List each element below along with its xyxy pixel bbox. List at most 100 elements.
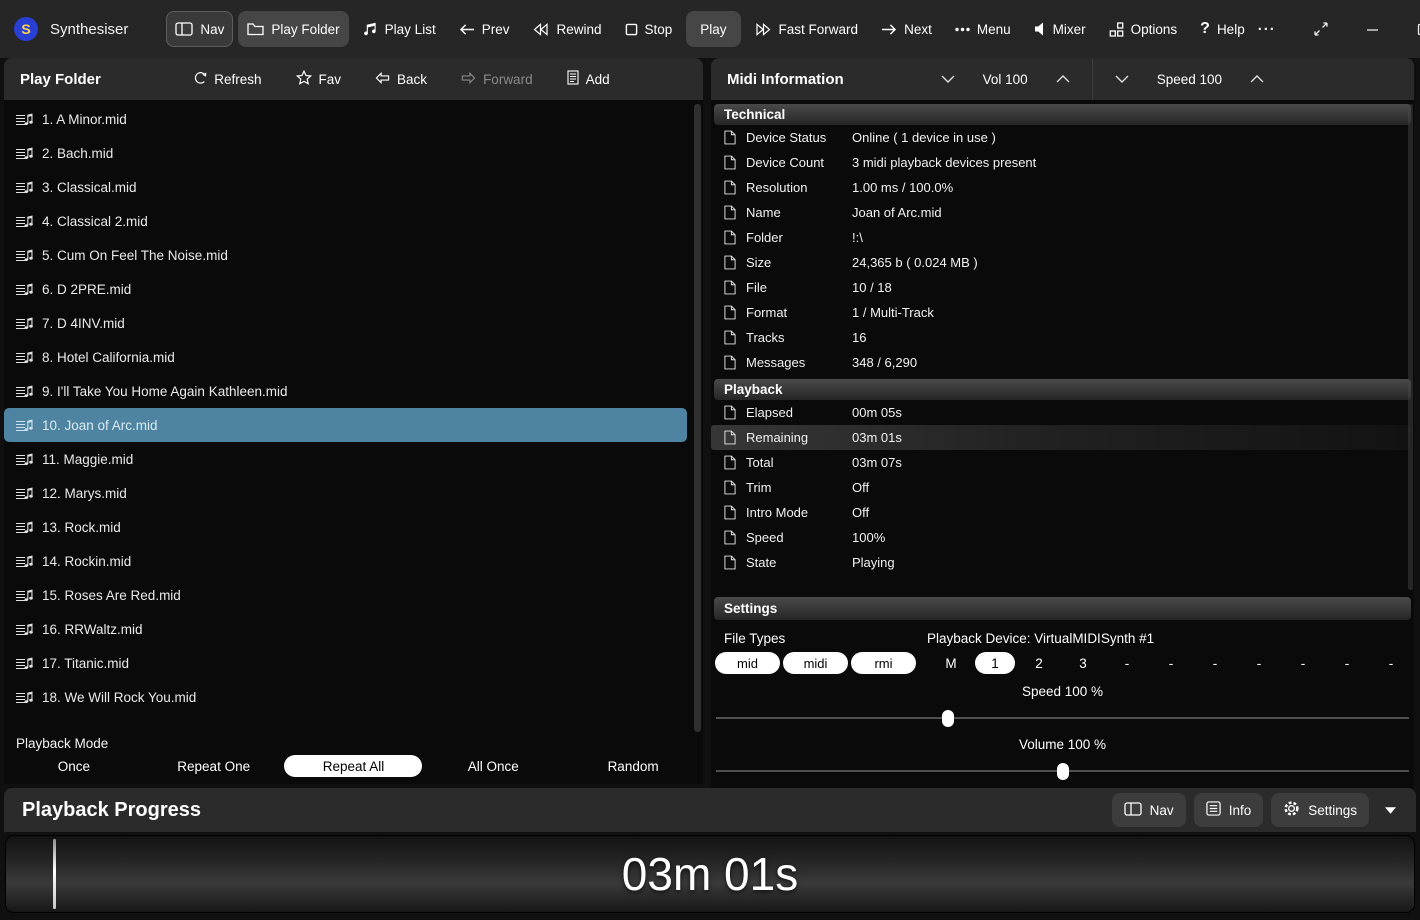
info-label: Tracks [746,330,852,345]
file-item[interactable]: 9. I'll Take You Home Again Kathleen.mid [4,374,687,408]
add-document-icon [567,70,579,88]
speaker-icon [1034,22,1046,36]
playback-mode-option[interactable]: Once [4,755,144,777]
next-button[interactable]: Next [872,11,941,47]
prev-label: Prev [482,22,510,37]
file-item[interactable]: 4. Classical 2.mid [4,204,687,238]
speed-slider[interactable] [716,709,1409,727]
file-item[interactable]: 11. Maggie.mid [4,442,687,476]
menu-button[interactable]: Menu [946,11,1020,47]
speed-up-icon[interactable] [1246,71,1268,87]
back-button[interactable]: Back [369,71,433,88]
file-label: 12. Marys.mid [42,486,127,501]
device-slot[interactable]: 1 [973,652,1017,674]
info-row: State Playing [711,550,1414,575]
device-slot[interactable]: 3 [1061,652,1105,674]
forward-button[interactable]: Forward [455,71,539,88]
add-button[interactable]: Add [561,69,616,89]
vol-up-icon[interactable] [1052,71,1074,87]
page-icon [724,205,736,220]
device-slot[interactable]: 2 [1017,652,1061,674]
refresh-button[interactable]: Refresh [188,69,267,89]
options-button[interactable]: Options [1100,11,1187,47]
file-type-button[interactable]: mid [715,652,780,674]
bottom-settings-label: Settings [1308,803,1357,818]
fav-button[interactable]: Fav [290,69,348,89]
prev-button[interactable]: Prev [450,11,519,47]
playback-mode-option[interactable]: Repeat All [284,755,424,777]
file-type-button[interactable]: rmi [851,652,916,674]
page-icon [724,530,736,545]
stop-button[interactable]: Stop [616,11,682,47]
file-label: 1. A Minor.mid [42,112,127,127]
vertical-scrollbar[interactable] [694,104,701,732]
more-button[interactable]: ··· [1254,17,1280,42]
file-label: 2. Bach.mid [42,146,113,161]
music-note-icon [363,21,378,37]
file-item[interactable]: 3. Classical.mid [4,170,687,204]
folder-icon [247,22,264,36]
info-label: Speed [746,530,852,545]
vol-down-icon[interactable] [937,71,959,87]
file-item[interactable]: 17. Titanic.mid [4,646,687,680]
file-type-label: mid [737,656,758,671]
expand-icon[interactable] [1310,18,1332,40]
help-button[interactable]: ? Help [1191,11,1254,47]
file-item[interactable]: 12. Marys.mid [4,476,687,510]
remaining-time: 03m 01s [622,847,798,901]
file-item[interactable]: 15. Roses Are Red.mid [4,578,687,612]
info-value: 00m 05s [852,405,902,420]
playback-mode-option[interactable]: Repeat One [144,755,284,777]
next-label: Next [904,22,932,37]
progress-cursor[interactable] [53,839,56,909]
info-value: Off [852,505,869,520]
file-label: 4. Classical 2.mid [42,214,148,229]
file-item[interactable]: 2. Bach.mid [4,136,687,170]
minimize-button[interactable] [1362,19,1383,40]
maximize-button[interactable] [1413,19,1420,40]
bottom-settings-button[interactable]: Settings [1271,793,1369,827]
file-types-label: File Types [724,631,927,646]
file-item[interactable]: 16. RRWaltz.mid [4,612,687,646]
file-item[interactable]: 1. A Minor.mid [4,102,687,136]
file-item[interactable]: 14. Rockin.mid [4,544,687,578]
vertical-scrollbar[interactable] [1408,104,1413,590]
info-row: Size 24,365 b ( 0.024 MB ) [711,250,1414,275]
file-item[interactable]: 13. Rock.mid [4,510,687,544]
arrow-right-icon [881,23,897,36]
rewind-button[interactable]: Rewind [523,11,610,47]
info-row: Tracks 16 [711,325,1414,350]
caret-down-icon[interactable] [1377,803,1404,818]
playback-section-header: Playback [714,379,1411,400]
speed-slider-thumb[interactable] [942,710,954,727]
fast-forward-button[interactable]: Fast Forward [746,11,868,47]
bottom-nav-button[interactable]: Nav [1112,793,1186,827]
play-folder-button[interactable]: Play Folder [238,11,348,47]
playback-progress-bar: Playback Progress Nav Info Settings [4,788,1416,832]
volume-slider[interactable] [716,762,1409,780]
logo-letter: S [21,21,30,37]
progress-display[interactable]: 03m 01s [6,836,1414,912]
play-button[interactable]: Play [686,11,740,47]
file-item[interactable]: 10. Joan of Arc.mid [4,408,687,442]
speed-down-icon[interactable] [1111,71,1133,87]
file-label: 16. RRWaltz.mid [42,622,143,637]
file-item[interactable]: 6. D 2PRE.mid [4,272,687,306]
info-label: Name [746,205,852,220]
file-type-button[interactable]: midi [783,652,848,674]
device-slot-label: 3 [1063,652,1103,674]
info-label: Messages [746,355,852,370]
file-item[interactable]: 7. D 4INV.mid [4,306,687,340]
device-slot: - [1325,652,1369,674]
file-item[interactable]: 5. Cum On Feel The Noise.mid [4,238,687,272]
file-item[interactable]: 18. We Will Rock You.mid [4,680,687,714]
playback-mode-option[interactable]: All Once [423,755,563,777]
playback-mode-option[interactable]: Random [563,755,703,777]
file-item[interactable]: 8. Hotel California.mid [4,340,687,374]
volume-slider-thumb[interactable] [1057,763,1069,780]
device-slot: - [1369,652,1413,674]
mixer-button[interactable]: Mixer [1025,11,1095,47]
bottom-info-button[interactable]: Info [1194,793,1264,827]
play-list-button[interactable]: Play List [354,11,445,47]
nav-button[interactable]: Nav [166,11,233,47]
